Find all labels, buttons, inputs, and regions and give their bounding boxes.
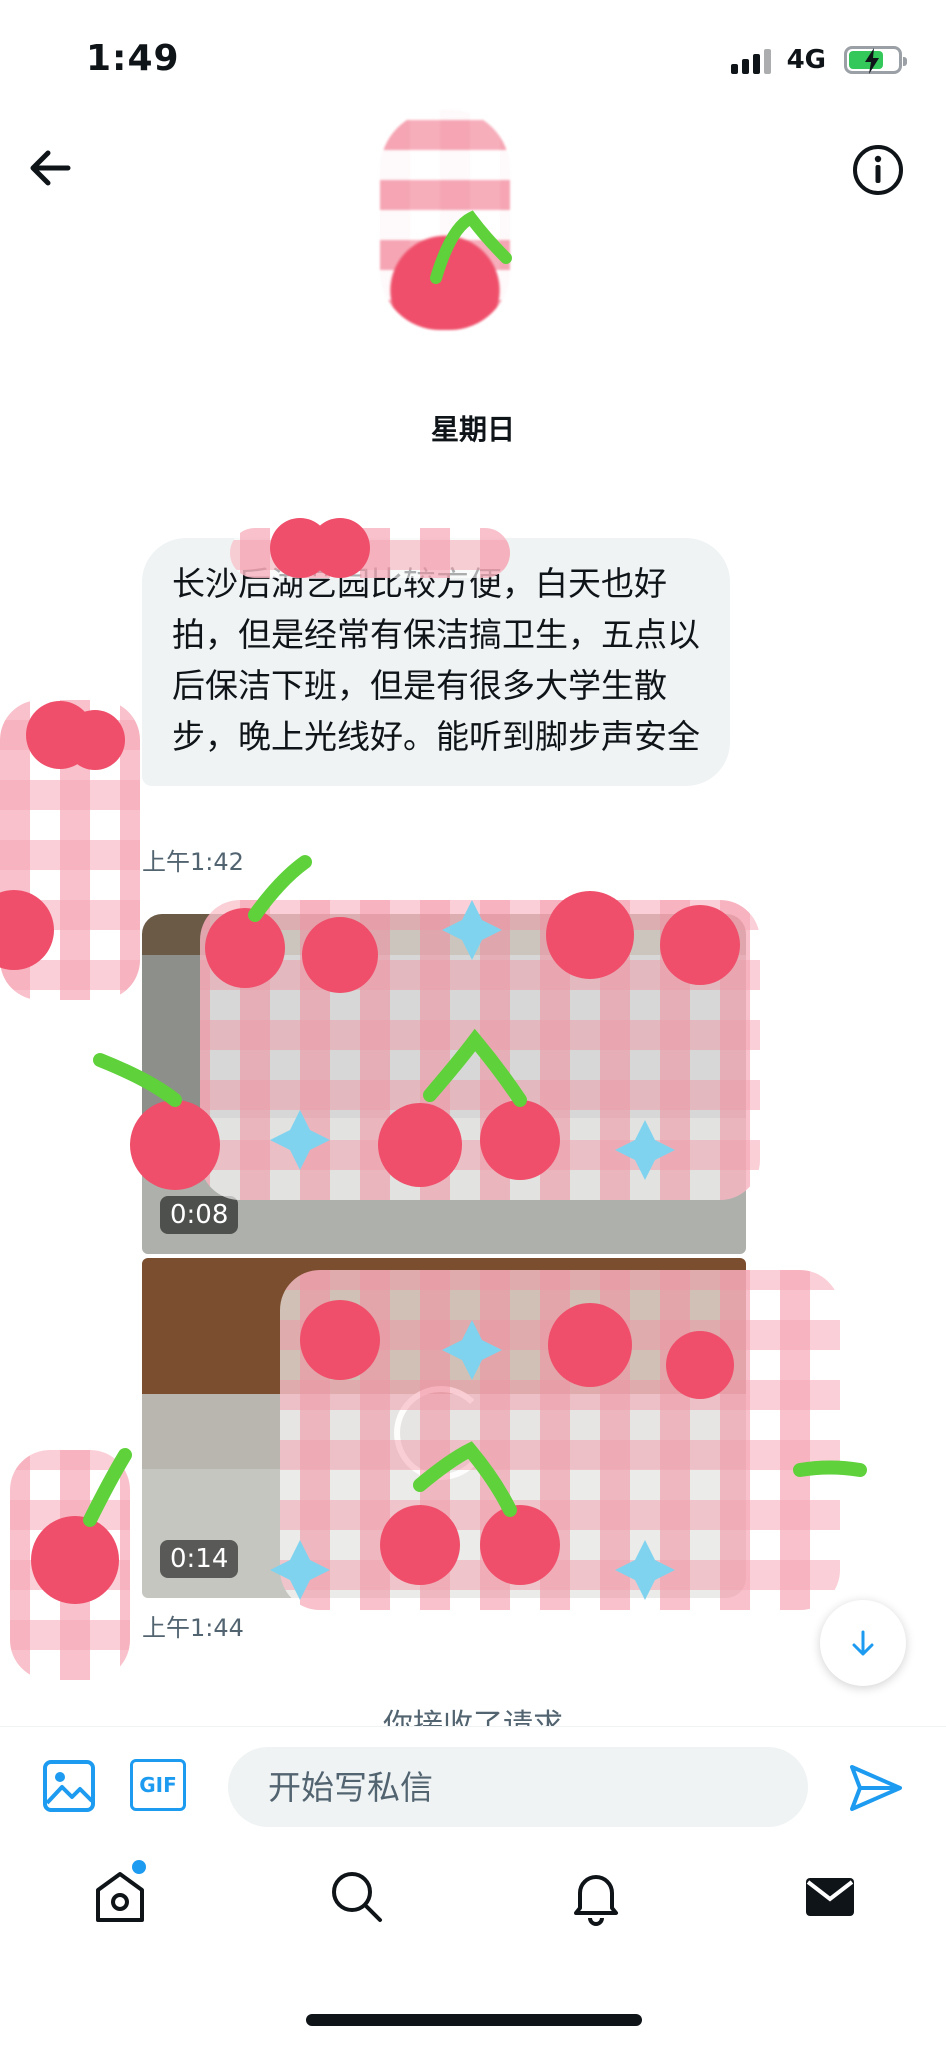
- signal-icon: [730, 46, 771, 74]
- date-separator: 星期日: [430, 413, 515, 446]
- cherry-leaf-sticker: [430, 210, 512, 284]
- image-icon: [43, 1760, 95, 1812]
- message-timestamp: 上午1:42: [142, 848, 244, 876]
- battery-icon: [844, 46, 907, 74]
- gif-button[interactable]: GIF: [130, 1759, 186, 1811]
- arrow-left-icon: [30, 150, 71, 186]
- arrow-down-icon: [852, 1630, 874, 1656]
- mail-icon: [806, 1878, 854, 1916]
- video-message[interactable]: 0:14: [142, 1258, 746, 1598]
- info-circle-icon: [853, 145, 903, 195]
- search-icon: [332, 1872, 382, 1922]
- send-icon: [850, 1765, 902, 1811]
- video-duration: 0:14: [160, 1540, 239, 1578]
- tab-home[interactable]: [90, 1860, 150, 1926]
- message-composer: GIF: [0, 1726, 946, 1846]
- message-timestamp: 上午1:44: [142, 1614, 244, 1642]
- network-type: 4G: [786, 45, 826, 75]
- status-indicators: 4G: [730, 42, 907, 78]
- bottom-tab-bar: [0, 1846, 946, 1966]
- loading-spinner-icon: [394, 1386, 488, 1480]
- back-button[interactable]: [24, 142, 76, 194]
- scroll-to-bottom-button[interactable]: [820, 1600, 906, 1686]
- message-input[interactable]: [228, 1747, 808, 1827]
- tab-notifications[interactable]: [566, 1866, 626, 1926]
- home-indicator: [306, 2014, 642, 2026]
- status-time: 1:49: [86, 38, 180, 79]
- message-bubble[interactable]: 长沙后湖艺园比较方便，白天也好拍，但是经常有保洁搞卫生，五点以后保洁下班，但是有…: [142, 538, 730, 786]
- info-button[interactable]: [850, 142, 906, 198]
- conversation-header: [0, 110, 946, 340]
- tab-search[interactable]: [326, 1866, 386, 1926]
- tab-messages[interactable]: [800, 1866, 860, 1926]
- status-bar: 1:49 4G: [0, 0, 946, 110]
- home-icon: [96, 1872, 144, 1922]
- bell-icon: [574, 1875, 618, 1926]
- image-button[interactable]: [42, 1759, 96, 1813]
- notification-dot: [132, 1860, 146, 1874]
- video-duration: 0:08: [160, 1196, 239, 1234]
- send-button[interactable]: [848, 1763, 904, 1813]
- video-message[interactable]: 0:08: [142, 914, 746, 1254]
